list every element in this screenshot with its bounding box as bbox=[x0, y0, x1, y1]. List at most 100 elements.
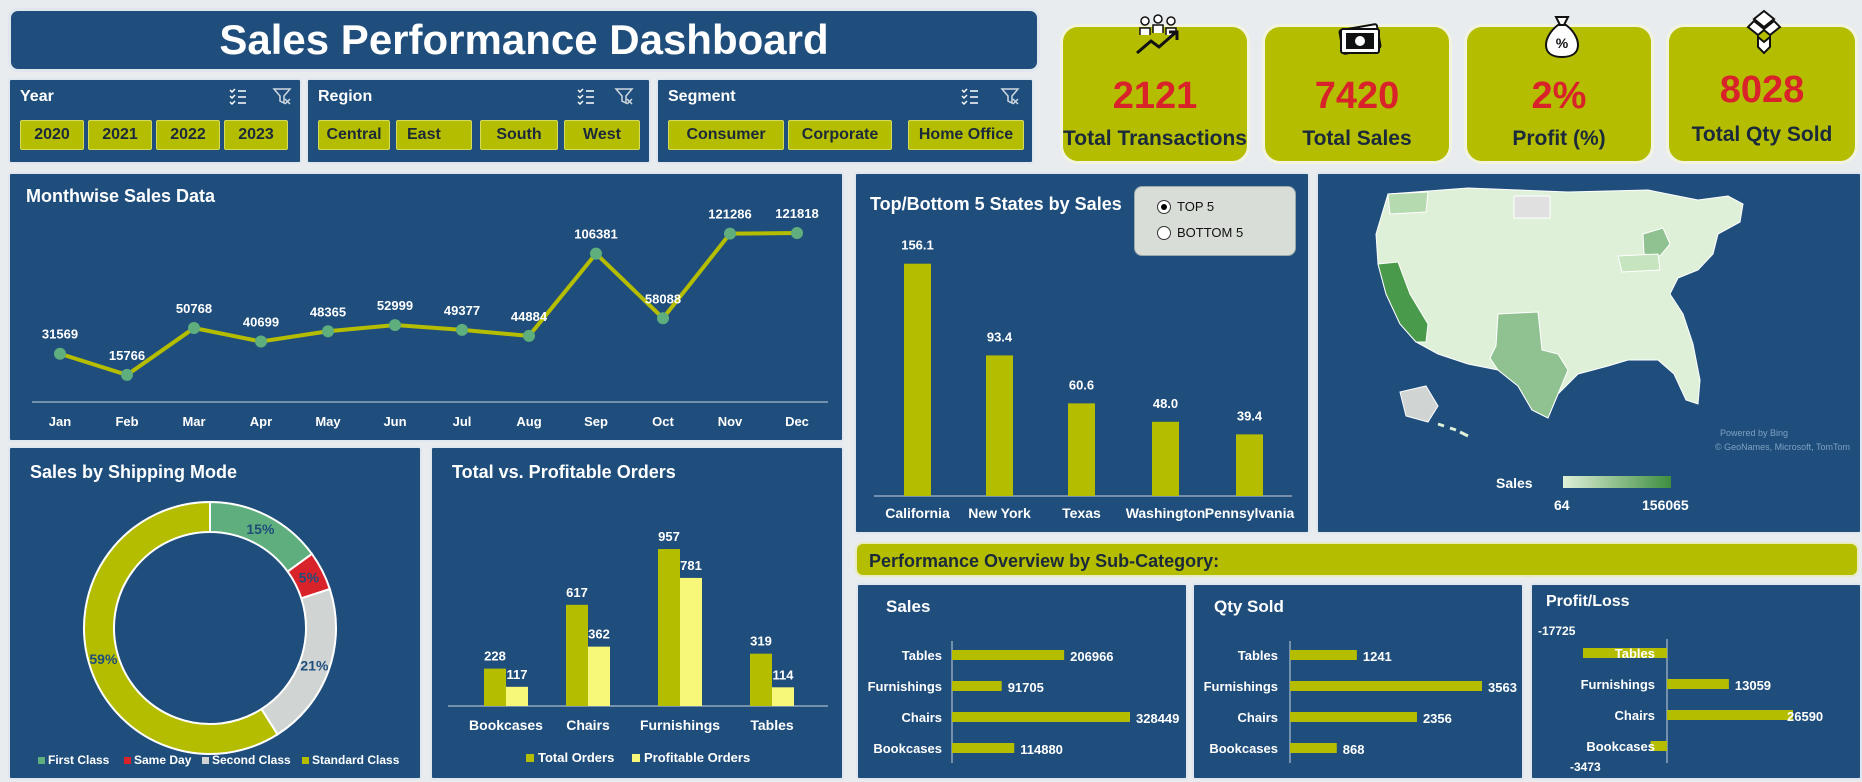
slicer-year-2022[interactable]: 2022 bbox=[156, 120, 220, 150]
slicer-segment-corporate[interactable]: Corporate bbox=[788, 120, 892, 150]
legend-swatch bbox=[302, 757, 309, 764]
bar bbox=[566, 604, 588, 706]
slicer-region-east[interactable]: East bbox=[396, 120, 472, 150]
clear-filter-icon[interactable] bbox=[272, 86, 292, 106]
kpi-value: 2121 bbox=[1112, 75, 1198, 117]
slicer-region-central[interactable]: Central bbox=[318, 120, 390, 150]
multi-select-icon[interactable] bbox=[576, 86, 596, 106]
multi-select-icon[interactable] bbox=[228, 86, 248, 106]
multi-select-icon[interactable] bbox=[960, 86, 980, 106]
us-sales-map[interactable]: Powered by Bing © GeoNames, Microsoft, T… bbox=[1318, 174, 1860, 532]
data-label: 328449 bbox=[1136, 711, 1179, 726]
radio-top-5[interactable] bbox=[1157, 199, 1171, 214]
bar bbox=[952, 681, 1002, 691]
bar bbox=[904, 263, 931, 496]
data-label: 868 bbox=[1343, 742, 1365, 757]
kpi-total-qty-sold: 8028 Total Qty Sold bbox=[1666, 9, 1858, 164]
subcategory-band: Performance Overview by Sub-Category: bbox=[855, 542, 1859, 577]
legend-swatch bbox=[202, 757, 209, 764]
bar bbox=[952, 743, 1015, 753]
data-point bbox=[188, 322, 200, 335]
shipping-mode-chart: 15% 5% 21% 59% First Class Same Day Second Cla… bbox=[38, 500, 400, 767]
slicer-segment: Segment Consumer Corporate Home Office bbox=[656, 78, 1034, 164]
bar bbox=[1236, 434, 1263, 496]
option-top-5[interactable]: TOP 5 bbox=[1157, 199, 1214, 214]
subcat-qty-chart: Tables 1241 Furnishings 3563 Chairs 2356 Bookc… bbox=[1204, 641, 1517, 763]
data-point bbox=[523, 329, 535, 342]
map-legend-max: 156065 bbox=[1642, 497, 1689, 513]
data-point bbox=[121, 368, 133, 381]
data-point bbox=[724, 227, 736, 240]
radio-bottom-5[interactable] bbox=[1157, 225, 1171, 240]
x-tick-label: Bookcases bbox=[469, 717, 543, 733]
cash-icon bbox=[1338, 23, 1382, 55]
legend-swatch bbox=[526, 754, 534, 762]
data-label: 48365 bbox=[310, 304, 346, 319]
subcat-pl-panel: Profit/Loss Tables Furnishings Chairs Bookc… bbox=[1530, 583, 1862, 780]
subcat-qty-panel: Qty Sold Tables 1241 Furnishings 3563 Chairs… bbox=[1192, 583, 1524, 780]
x-tick-label: Dec bbox=[785, 414, 809, 429]
y-tick-label: Bookcases bbox=[873, 741, 942, 756]
data-label: 114 bbox=[773, 667, 795, 682]
bar bbox=[506, 686, 528, 706]
orders-panel: Total vs. Profitable Orders 228 117 Bookca… bbox=[430, 446, 844, 780]
x-tick-label: Furnishings bbox=[640, 717, 720, 733]
data-label: 48.0 bbox=[1153, 396, 1178, 411]
bar bbox=[680, 577, 702, 706]
slice-label: 59% bbox=[89, 651, 118, 667]
data-label: 362 bbox=[588, 627, 610, 642]
data-label: 93.4 bbox=[987, 329, 1013, 344]
data-point bbox=[791, 226, 803, 239]
slicer-segment-label: Segment bbox=[668, 88, 736, 105]
map-legend-gradient bbox=[1563, 476, 1671, 488]
slicer-year-2020[interactable]: 2020 bbox=[20, 120, 84, 150]
data-label: 60.6 bbox=[1069, 377, 1094, 392]
x-tick-label: Jun bbox=[383, 414, 406, 429]
option-top-5-label: TOP 5 bbox=[1177, 199, 1215, 214]
data-label: 206966 bbox=[1070, 649, 1113, 664]
slicer-region-south[interactable]: South bbox=[480, 120, 558, 150]
sales-map-panel: Powered by Bing © GeoNames, Microsoft, T… bbox=[1316, 172, 1862, 534]
clear-filter-icon[interactable] bbox=[1000, 86, 1020, 106]
clear-filter-icon[interactable] bbox=[614, 86, 634, 106]
slicer-year-2023[interactable]: 2023 bbox=[224, 120, 288, 150]
x-tick-label: Apr bbox=[250, 414, 272, 429]
map-credit-2: © GeoNames, Microsoft, TomTom bbox=[1715, 442, 1850, 452]
slicer-region-west[interactable]: West bbox=[564, 120, 640, 150]
slicer-segment-home-office[interactable]: Home Office bbox=[908, 120, 1024, 150]
data-label: 121818 bbox=[775, 206, 818, 221]
legend-label: Same Day bbox=[134, 753, 192, 767]
data-label: -3473 bbox=[1570, 760, 1601, 774]
slicer-segment-consumer[interactable]: Consumer bbox=[668, 120, 784, 150]
data-label: 50768 bbox=[176, 301, 212, 316]
x-tick-label: Chairs bbox=[566, 717, 610, 733]
y-tick-label: Chairs bbox=[902, 710, 942, 725]
subcat-sales-panel: Sales Tables 206966 Furnishings 91705 Chairs… bbox=[856, 583, 1188, 780]
kpi-total-sales: 7420 Total Sales bbox=[1262, 23, 1452, 164]
data-label: 40699 bbox=[243, 315, 279, 330]
legend-label: Total Orders bbox=[538, 750, 614, 765]
slicer-year-2021[interactable]: 2021 bbox=[88, 120, 152, 150]
x-tick-label: Texas bbox=[1062, 505, 1101, 521]
subcat-pl-chart: Tables Furnishings Chairs Bookcases -17725 13… bbox=[1538, 624, 1823, 774]
data-label: 49377 bbox=[444, 303, 480, 318]
kpi-value: 2% bbox=[1531, 75, 1587, 117]
option-bottom-5[interactable]: BOTTOM 5 bbox=[1157, 225, 1243, 240]
legend-swatch bbox=[632, 754, 640, 762]
bar bbox=[484, 668, 506, 706]
map-legend-title: Sales bbox=[1496, 475, 1533, 491]
kpi-label: Total Transactions bbox=[1063, 127, 1247, 150]
x-tick-label: Jan bbox=[49, 414, 71, 429]
data-label: 44884 bbox=[511, 309, 548, 324]
y-tick-label: Chairs bbox=[1615, 708, 1655, 723]
data-label: 13059 bbox=[1735, 678, 1771, 693]
sales-line bbox=[59, 230, 798, 378]
slice-label: 5% bbox=[299, 570, 320, 586]
data-label: 121286 bbox=[708, 207, 751, 222]
people-growth-icon bbox=[1136, 14, 1179, 55]
bar bbox=[750, 653, 772, 706]
y-tick-label: Tables bbox=[902, 648, 942, 663]
data-label: 617 bbox=[566, 585, 588, 600]
kpi-value: 8028 bbox=[1719, 69, 1805, 111]
shipping-mode-panel: Sales by Shipping Mode 15% 5% 21% 59% First … bbox=[8, 446, 422, 780]
